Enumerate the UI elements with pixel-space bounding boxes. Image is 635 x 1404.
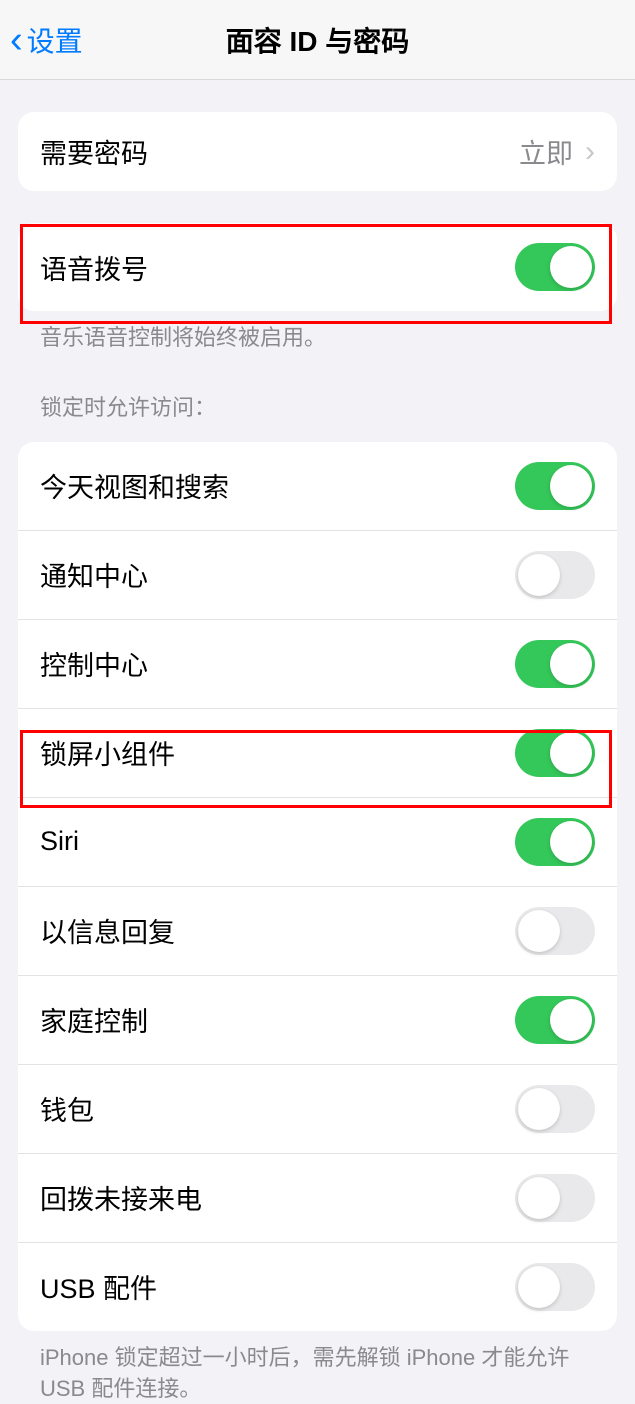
page-title: 面容 ID 与密码 (0, 20, 635, 60)
group-voice-dial: 语音拨号 (18, 223, 617, 311)
toggle-knob (550, 465, 592, 507)
lock-access-item-toggle[interactable] (515, 1263, 595, 1311)
toggle-knob (550, 821, 592, 863)
toggle-knob (550, 643, 592, 685)
row-lock-access-item: USB 配件 (18, 1243, 617, 1331)
header: ‹ 设置 面容 ID 与密码 (0, 0, 635, 80)
voice-dial-toggle[interactable] (515, 243, 595, 291)
lock-access-item-toggle[interactable] (515, 729, 595, 777)
toggle-knob (518, 1088, 560, 1130)
row-lock-access-item: 今天视图和搜索 (18, 442, 617, 531)
row-lock-access-item: 通知中心 (18, 531, 617, 620)
voice-dial-footnote: 音乐语音控制将始终被启用。 (18, 311, 617, 354)
lock-access-item-toggle[interactable] (515, 640, 595, 688)
toggle-knob (518, 1177, 560, 1219)
back-button[interactable]: ‹ 设置 (10, 20, 83, 60)
row-require-passcode[interactable]: 需要密码 立即 › (18, 112, 617, 191)
lock-access-item-label: 今天视图和搜索 (40, 466, 229, 505)
lock-access-item-toggle[interactable] (515, 1085, 595, 1133)
voice-dial-label: 语音拨号 (40, 248, 148, 287)
require-passcode-value: 立即 (519, 132, 573, 171)
row-lock-access-item: 锁屏小组件 (18, 709, 617, 798)
lock-access-item-label: 回拨未接来电 (40, 1178, 202, 1217)
require-passcode-label: 需要密码 (40, 132, 148, 171)
row-lock-access-item: Siri (18, 798, 617, 887)
group-require-passcode: 需要密码 立即 › (18, 112, 617, 191)
toggle-knob (518, 1266, 560, 1308)
lock-access-item-label: 通知中心 (40, 555, 148, 594)
lock-access-item-toggle[interactable] (515, 1174, 595, 1222)
lock-access-item-label: 控制中心 (40, 644, 148, 683)
toggle-knob (518, 554, 560, 596)
lock-access-header: 锁定时允许访问： (18, 354, 617, 430)
chevron-right-icon: › (585, 135, 595, 169)
lock-access-item-label: 钱包 (40, 1089, 94, 1128)
row-lock-access-item: 家庭控制 (18, 976, 617, 1065)
lock-access-item-toggle[interactable] (515, 462, 595, 510)
lock-access-item-label: 以信息回复 (40, 911, 175, 950)
lock-access-item-label: Siri (40, 826, 79, 857)
toggle-knob (550, 732, 592, 774)
row-voice-dial: 语音拨号 (18, 223, 617, 311)
require-passcode-value-wrap: 立即 › (519, 132, 595, 171)
row-lock-access-item: 以信息回复 (18, 887, 617, 976)
row-lock-access-item: 钱包 (18, 1065, 617, 1154)
lock-access-item-toggle[interactable] (515, 818, 595, 866)
toggle-knob (518, 910, 560, 952)
lock-access-item-label: 锁屏小组件 (40, 733, 175, 772)
lock-access-item-toggle[interactable] (515, 551, 595, 599)
group-lock-access: 今天视图和搜索通知中心控制中心锁屏小组件 Siri 以信息回复家庭控制钱包回拨未接来… (18, 442, 617, 1331)
lock-access-item-label: 家庭控制 (40, 1000, 148, 1039)
lock-access-item-toggle[interactable] (515, 907, 595, 955)
lock-access-item-label: USB 配件 (40, 1267, 157, 1306)
row-lock-access-item: 控制中心 (18, 620, 617, 709)
lock-access-footnote: iPhone 锁定超过一小时后，需先解锁 iPhone 才能允许 USB 配件连… (18, 1331, 617, 1404)
back-label: 设置 (27, 20, 83, 60)
toggle-knob (550, 999, 592, 1041)
chevron-left-icon: ‹ (10, 21, 23, 59)
toggle-knob (550, 246, 592, 288)
lock-access-item-toggle[interactable] (515, 996, 595, 1044)
row-lock-access-item: 回拨未接来电 (18, 1154, 617, 1243)
